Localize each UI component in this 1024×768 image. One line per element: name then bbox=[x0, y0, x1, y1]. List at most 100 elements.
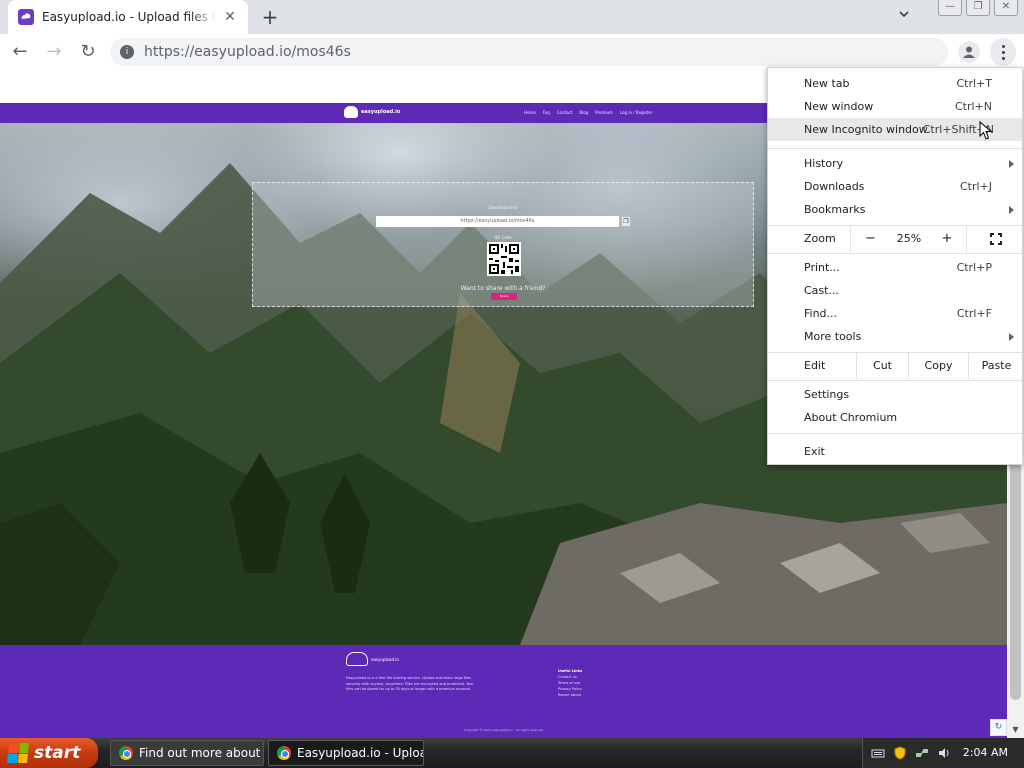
menu-item-shortcut: Ctrl+J bbox=[959, 180, 992, 193]
address-bar[interactable]: i https://easyupload.io/mos46s bbox=[110, 38, 948, 66]
download-link-label: Download link bbox=[488, 205, 518, 210]
submenu-arrow-icon bbox=[1009, 159, 1014, 168]
menu-item-label: Downloads bbox=[804, 180, 865, 193]
windows-flag-icon bbox=[6, 743, 30, 763]
menu-item-new-tab[interactable]: New tab Ctrl+T bbox=[768, 72, 1022, 95]
menu-separator bbox=[768, 380, 1022, 381]
reload-button[interactable]: ↻ bbox=[74, 38, 102, 66]
start-label: start bbox=[34, 743, 81, 763]
back-button[interactable]: ← bbox=[6, 38, 34, 66]
menu-separator bbox=[768, 148, 1022, 149]
start-button[interactable]: start bbox=[0, 738, 98, 768]
volume-icon[interactable] bbox=[937, 746, 951, 760]
menu-item-shortcut: Ctrl+T bbox=[956, 77, 992, 90]
menu-item-bookmarks[interactable]: Bookmarks bbox=[768, 198, 1022, 221]
zoom-in-button[interactable]: + bbox=[928, 226, 966, 252]
footer-link-contact[interactable]: Contact us bbox=[558, 675, 582, 679]
qr-code-icon bbox=[487, 242, 521, 276]
site-logo[interactable]: easyupload.io bbox=[344, 106, 400, 118]
copy-link-icon[interactable]: ❐ bbox=[621, 216, 631, 227]
share-button[interactable]: Share bbox=[491, 293, 517, 300]
menu-item-history[interactable]: History bbox=[768, 152, 1022, 175]
chromium-icon bbox=[119, 746, 133, 760]
tab-close-icon[interactable]: ✕ bbox=[222, 9, 238, 25]
fullscreen-icon bbox=[989, 233, 1002, 245]
site-footer: easyupload.io Easyupload.io is a free fi… bbox=[0, 645, 1007, 738]
easyupload-favicon-icon bbox=[18, 9, 34, 25]
keyboard-icon[interactable] bbox=[871, 746, 885, 760]
site-nav-premium[interactable]: Premium bbox=[595, 110, 613, 115]
restore-button[interactable]: ❐ bbox=[966, 0, 990, 16]
mouse-cursor-icon bbox=[979, 121, 993, 140]
taskbar-item-easyupload[interactable]: Easyupload.io - Uploa... bbox=[268, 740, 424, 766]
menu-item-downloads[interactable]: Downloads Ctrl+J bbox=[768, 175, 1022, 198]
menu-item-label: Find... bbox=[804, 307, 838, 320]
menu-item-cast[interactable]: Cast... bbox=[768, 279, 1022, 302]
cloud-logo-icon bbox=[344, 106, 358, 118]
menu-item-more-tools[interactable]: More tools bbox=[768, 325, 1022, 348]
menu-separator bbox=[768, 253, 1022, 254]
url-text[interactable]: https://easyupload.io/mos46s bbox=[144, 44, 351, 60]
menu-item-exit[interactable]: Exit bbox=[768, 440, 1022, 463]
taskbar-item-find-out-more[interactable]: Find out more about ... bbox=[110, 740, 264, 766]
footer-links: Useful Links Contact us Terms of use Pri… bbox=[558, 669, 582, 697]
menu-item-label: Settings bbox=[804, 388, 850, 401]
menu-item-label: Exit bbox=[804, 445, 825, 458]
site-brand: easyupload.io bbox=[361, 109, 401, 115]
footer-link-abuse[interactable]: Report abuse bbox=[558, 693, 582, 697]
chromium-icon bbox=[277, 746, 291, 760]
menu-item-label: About Chromium bbox=[804, 411, 898, 424]
fullscreen-button[interactable] bbox=[966, 226, 1024, 252]
security-shield-icon[interactable] bbox=[893, 746, 907, 760]
submenu-arrow-icon bbox=[1009, 332, 1014, 341]
share-link-field[interactable]: https://easyupload.io/mos46s bbox=[376, 216, 619, 227]
profile-avatar-icon[interactable] bbox=[958, 41, 980, 63]
footer-link-terms[interactable]: Terms of use bbox=[558, 681, 582, 685]
site-nav-blog[interactable]: Blog bbox=[579, 110, 588, 115]
minimize-button[interactable]: — bbox=[938, 0, 962, 16]
taskbar-clock: 2:04 AM bbox=[962, 746, 1008, 759]
footer-link-privacy[interactable]: Privacy Policy bbox=[558, 687, 582, 691]
recaptcha-icon[interactable]: ↻ bbox=[990, 719, 1007, 736]
footer-logo[interactable]: easyupload.io bbox=[346, 652, 399, 666]
zoom-level: 25% bbox=[896, 232, 922, 245]
site-nav: Home Faq Contact Blog Premium Log in / R… bbox=[524, 110, 652, 115]
new-tab-button[interactable]: + bbox=[258, 6, 282, 28]
site-nav-contact[interactable]: Contact bbox=[557, 110, 573, 115]
zoom-out-button[interactable]: − bbox=[850, 226, 890, 252]
share-prompt: Want to share with a friend? bbox=[460, 285, 546, 292]
menu-item-label: Print... bbox=[804, 261, 840, 274]
submenu-arrow-icon bbox=[1009, 205, 1014, 214]
tab-easyupload[interactable]: Easyupload.io - Upload files for free ✕ bbox=[8, 0, 248, 34]
network-icon[interactable] bbox=[915, 746, 929, 760]
menu-item-shortcut: Ctrl+P bbox=[956, 261, 992, 274]
site-nav-home[interactable]: Home bbox=[524, 110, 536, 115]
footer-description: Easyupload.io is a free file hosting ser… bbox=[346, 676, 474, 691]
menu-item-label: New tab bbox=[804, 77, 850, 90]
cloud-upload-icon bbox=[346, 652, 368, 666]
site-nav-faq[interactable]: Faq bbox=[543, 110, 550, 115]
menu-item-shortcut: Ctrl+N bbox=[954, 100, 992, 113]
menu-item-settings[interactable]: Settings bbox=[768, 383, 1022, 406]
footer-brand: easyupload.io bbox=[371, 656, 399, 662]
tab-search-chevron-icon[interactable] bbox=[894, 8, 914, 26]
chrome-menu-button[interactable] bbox=[990, 38, 1016, 66]
footer-copyright: Copyright © 2021 easyupload.io - All rig… bbox=[463, 728, 544, 732]
site-info-icon[interactable]: i bbox=[120, 45, 134, 59]
forward-button[interactable]: → bbox=[40, 38, 68, 66]
menu-item-find[interactable]: Find... Ctrl+F bbox=[768, 302, 1022, 325]
scroll-down-arrow-icon[interactable]: ▼ bbox=[1007, 722, 1024, 738]
site-nav-login[interactable]: Log in / Register bbox=[620, 110, 652, 115]
menu-item-print[interactable]: Print... Ctrl+P bbox=[768, 256, 1022, 279]
download-panel: Download link https://easyupload.io/mos4… bbox=[252, 182, 754, 307]
paste-button[interactable]: Paste bbox=[968, 353, 1024, 379]
menu-item-label: Cast... bbox=[804, 284, 839, 297]
cut-button[interactable]: Cut bbox=[856, 353, 908, 379]
menu-item-about-chromium[interactable]: About Chromium bbox=[768, 406, 1022, 429]
close-window-button[interactable]: ✕ bbox=[994, 0, 1018, 16]
browser-toolbar: ← → ↻ i https://easyupload.io/mos46s bbox=[0, 34, 1024, 70]
menu-item-label: New Incognito window bbox=[804, 123, 928, 136]
menu-item-new-window[interactable]: New window Ctrl+N bbox=[768, 95, 1022, 118]
copy-button[interactable]: Copy bbox=[908, 353, 968, 379]
windows-taskbar: start Find out more about ... Easyupload… bbox=[0, 738, 1024, 768]
